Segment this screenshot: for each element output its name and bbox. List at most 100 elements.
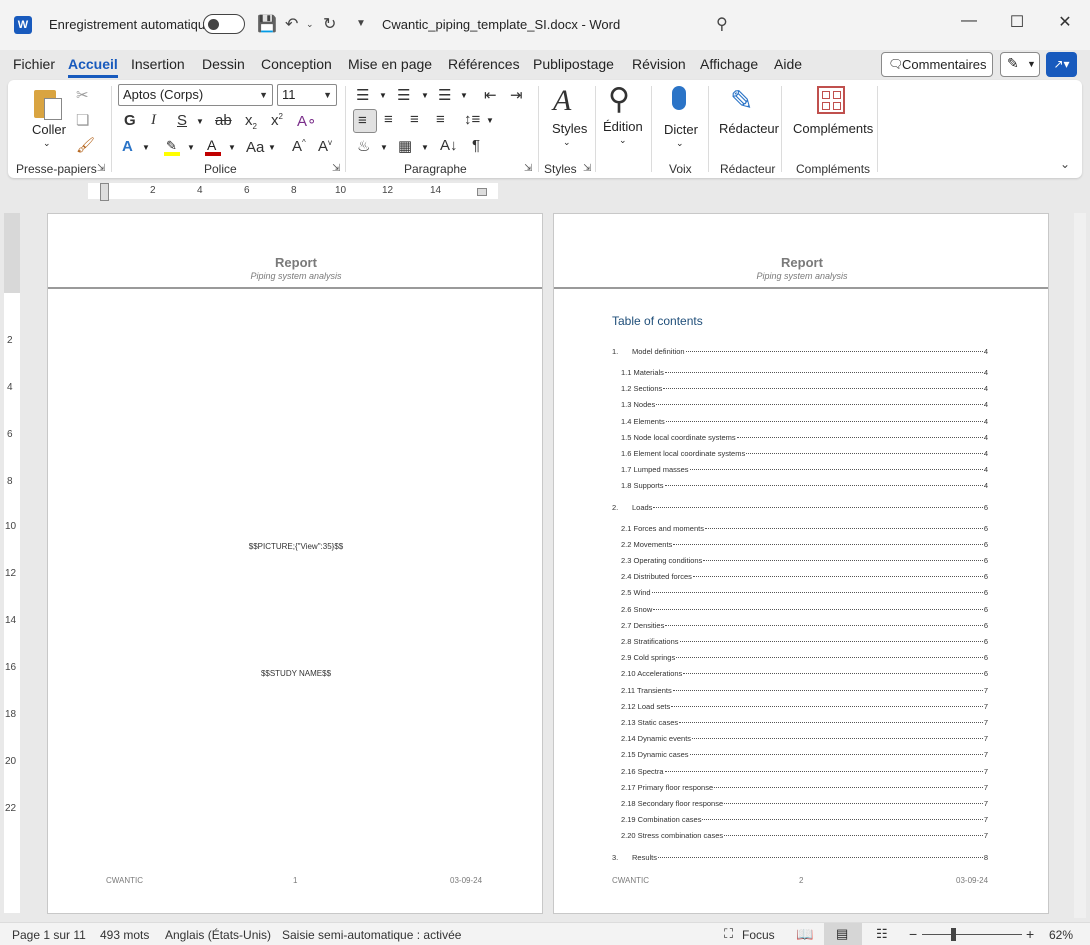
show-formatting-icon[interactable]: ¶: [472, 137, 480, 154]
toc-entry[interactable]: 1.3 Nodes 4: [612, 400, 988, 411]
increase-indent-icon[interactable]: ⇥: [510, 86, 523, 104]
subscript-icon[interactable]: x2: [245, 112, 257, 131]
web-layout-icon[interactable]: ☷: [876, 926, 888, 942]
close-icon[interactable]: ✕: [1050, 12, 1080, 32]
paste-button[interactable]: Coller: [32, 122, 66, 137]
copy-icon[interactable]: ❏: [76, 111, 89, 129]
search-icon[interactable]: ⚲: [716, 14, 728, 34]
numbering-icon[interactable]: ☰: [397, 86, 410, 104]
tab-revision[interactable]: Révision: [632, 56, 686, 72]
toc-entry[interactable]: 2.14 Dynamic events 7: [612, 734, 988, 745]
font-launcher-icon[interactable]: ⇲: [332, 163, 340, 174]
strikethrough-icon[interactable]: ab: [215, 112, 232, 129]
align-left-button[interactable]: ≡: [353, 109, 377, 133]
toc-entry[interactable]: 1.4 Elements 4: [612, 417, 988, 428]
toc-entry[interactable]: 2.5 Wind 6: [612, 588, 988, 599]
autosave-toggle[interactable]: [203, 14, 245, 34]
justify-icon[interactable]: ≡: [436, 111, 445, 128]
toc-entry[interactable]: 1.8 Supports 4: [612, 481, 988, 492]
line-spacing-dropdown-icon[interactable]: ▼: [486, 116, 494, 125]
toc-entry[interactable]: 1.6 Element local coordinate systems 4: [612, 449, 988, 460]
change-case-icon[interactable]: Aa: [246, 139, 264, 156]
toc-entry[interactable]: 2.10 Accelerations 6: [612, 669, 988, 680]
underline-icon[interactable]: S: [177, 112, 187, 129]
page-2[interactable]: Report Piping system analysis Table of c…: [553, 213, 1049, 914]
status-page[interactable]: Page 1 sur 11: [12, 928, 86, 942]
toc-entry[interactable]: 1.1 Materials 4: [612, 368, 988, 379]
paragraph-launcher-icon[interactable]: ⇲: [524, 163, 532, 174]
edition-button[interactable]: Édition: [603, 119, 643, 134]
superscript-icon[interactable]: x2: [271, 112, 283, 129]
shading-icon[interactable]: ♨: [357, 137, 370, 155]
styles-icon[interactable]: A: [553, 84, 571, 118]
microphone-icon[interactable]: [672, 86, 686, 110]
shading-dropdown-icon[interactable]: ▼: [380, 143, 388, 152]
font-color-dropdown-icon[interactable]: ▼: [228, 143, 236, 152]
text-effects-icon[interactable]: A: [122, 138, 133, 155]
right-indent-marker[interactable]: [477, 188, 487, 196]
comments-button[interactable]: 🗨 Commentaires: [881, 52, 993, 77]
toc-entry[interactable]: 2.2 Movements 6: [612, 540, 988, 551]
tab-mise-en-page[interactable]: Mise en page: [348, 56, 432, 72]
toc-entry[interactable]: 2.8 Stratifications 6: [612, 637, 988, 648]
vertical-scrollbar[interactable]: [1074, 213, 1086, 918]
save-icon[interactable]: 💾: [257, 14, 277, 34]
toc-entry[interactable]: 2.20 Stress combination cases 7: [612, 831, 988, 842]
toc-entry[interactable]: 2.6 Snow 6: [612, 605, 988, 616]
toc-entry[interactable]: 1.5 Node local coordinate systems 4: [612, 433, 988, 444]
read-mode-icon[interactable]: 📖: [796, 926, 813, 943]
undo-icon[interactable]: ↶: [285, 14, 298, 34]
toc-entry[interactable]: 1. Model definition 4: [612, 347, 988, 358]
print-layout-button[interactable]: ▤: [824, 923, 862, 945]
styles-dropdown-icon[interactable]: ⌄: [563, 137, 571, 148]
editor-button[interactable]: Rédacteur: [719, 121, 779, 136]
toc-entry[interactable]: 2.16 Spectra 7: [612, 767, 988, 778]
toc-entry[interactable]: 2.18 Secondary floor response 7: [612, 799, 988, 810]
edition-search-icon[interactable]: ⚲: [608, 82, 630, 117]
styles-launcher-icon[interactable]: ⇲: [583, 163, 591, 174]
dictate-dropdown-icon[interactable]: ⌄: [676, 138, 684, 149]
align-right-icon[interactable]: ≡: [410, 111, 419, 128]
shrink-font-icon[interactable]: Av: [318, 138, 332, 155]
multilevel-list-icon[interactable]: ☰: [438, 86, 451, 104]
bullets-icon[interactable]: ☰: [356, 86, 369, 104]
tab-affichage[interactable]: Affichage: [700, 56, 758, 72]
toc-entry[interactable]: 2.3 Operating conditions 6: [612, 556, 988, 567]
multilevel-dropdown-icon[interactable]: ▼: [460, 91, 468, 100]
toc-entry[interactable]: 2. Loads 6: [612, 503, 988, 514]
bold-icon[interactable]: G: [124, 112, 136, 129]
italic-icon[interactable]: I: [151, 112, 156, 129]
decrease-indent-icon[interactable]: ⇤: [484, 86, 497, 104]
font-size-select[interactable]: 11 ▼: [277, 84, 337, 106]
clear-formatting-icon[interactable]: A∘: [297, 112, 316, 130]
cut-icon[interactable]: ✂: [76, 86, 89, 104]
toc-entry[interactable]: 2.17 Primary floor response 7: [612, 783, 988, 794]
format-painter-icon[interactable]: 🖌: [76, 136, 95, 154]
change-case-dropdown-icon[interactable]: ▼: [268, 143, 276, 152]
toc-entry[interactable]: 2.7 Densities 6: [612, 621, 988, 632]
toc-entry[interactable]: 2.9 Cold springs 6: [612, 653, 988, 664]
addins-button[interactable]: Compléments: [793, 121, 873, 136]
toc-entry[interactable]: 2.12 Load sets 7: [612, 702, 988, 713]
toc-entry[interactable]: 2.13 Static cases 7: [612, 718, 988, 729]
toc-entry[interactable]: 2.11 Transients 7: [612, 686, 988, 697]
undo-dropdown-icon[interactable]: ⌄: [306, 19, 314, 30]
indent-marker[interactable]: [100, 183, 109, 201]
tab-aide[interactable]: Aide: [774, 56, 802, 72]
focus-icon[interactable]: ⛶: [724, 926, 733, 942]
toc-entry[interactable]: 1.7 Lumped masses 4: [612, 465, 988, 476]
zoom-slider[interactable]: [922, 934, 1022, 935]
sort-icon[interactable]: A↓: [440, 137, 458, 154]
text-effects-dropdown-icon[interactable]: ▼: [142, 143, 150, 152]
redo-icon[interactable]: ↻: [323, 14, 336, 34]
highlight-dropdown-icon[interactable]: ▼: [187, 143, 195, 152]
editing-mode-button[interactable]: ✎ ▼: [1000, 52, 1040, 77]
focus-button[interactable]: Focus: [742, 928, 775, 942]
paste-dropdown-icon[interactable]: ⌄: [43, 138, 51, 149]
paste-icon[interactable]: [32, 86, 64, 120]
borders-icon[interactable]: ▦: [398, 137, 412, 155]
toc-entry[interactable]: 3. Results 8: [612, 853, 988, 864]
status-language[interactable]: Anglais (États-Unis): [165, 928, 271, 942]
highlight-icon[interactable]: ✎: [164, 138, 182, 156]
tab-publipostage[interactable]: Publipostage: [533, 56, 614, 72]
